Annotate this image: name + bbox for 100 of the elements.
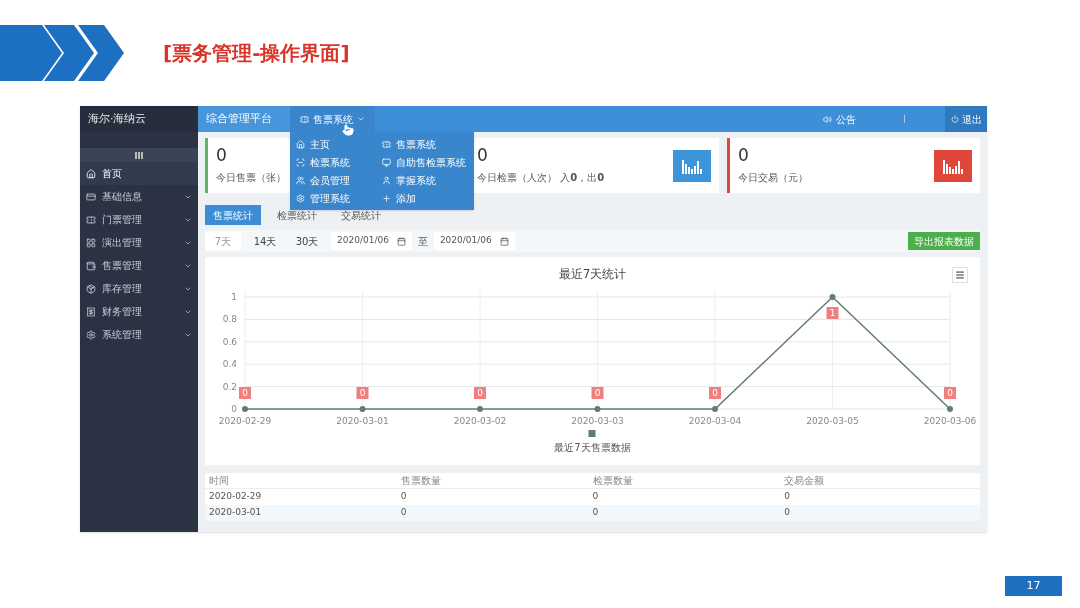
scan-icon [296, 157, 305, 167]
data-label: 0 [239, 387, 251, 399]
table-cell-text: 0 [400, 506, 408, 520]
x-tick-label: 2020-03-05 [806, 416, 859, 426]
settings-icon [296, 193, 305, 203]
slide-title: [票务管理-操作界面] [163, 40, 350, 67]
sidebar-item[interactable]: 门票管理 [80, 208, 198, 231]
dropdown-item[interactable]: 添加 [382, 189, 468, 207]
data-point [829, 294, 836, 300]
house-icon [86, 168, 96, 179]
table-cell-text: 2020-03-01 [209, 506, 263, 520]
dropdown-item[interactable]: 检票系统 [296, 153, 382, 171]
stat-value: 0 [738, 146, 749, 164]
x-tick-label: 2020-02-29 [218, 416, 272, 426]
receipt-icon [86, 306, 96, 317]
stat-label: 今日检票（人次） 入0，出0 [477, 170, 605, 185]
dropdown-item[interactable]: 会员管理 [296, 171, 382, 189]
data-label: 0 [591, 387, 604, 399]
nav-menu[interactable]: 售票系统 [290, 106, 375, 132]
data-label: 0 [356, 387, 369, 399]
x-tick-label: 2020-03-04 [688, 416, 742, 426]
users-icon [296, 175, 305, 185]
chart-title: 最近7天统计 [558, 266, 627, 283]
logout-button[interactable]: 退出 [945, 106, 987, 132]
stat-label: 今日交易（元） [738, 170, 808, 185]
menu-icon [955, 270, 965, 280]
sidebar-item[interactable]: 首页 [80, 162, 198, 185]
pointer-cursor-icon [342, 124, 354, 136]
range-button[interactable]: 30天 [289, 232, 325, 250]
data-point [359, 406, 366, 412]
dropdown-item[interactable]: 主页 [296, 135, 382, 153]
date-to-field[interactable]: 2020/01/06 [433, 232, 515, 250]
column-header: 交易金额 [784, 475, 826, 486]
dropdown-item[interactable]: 售票系统 [382, 135, 468, 153]
data-label: 1 [826, 307, 839, 319]
stats-tab[interactable]: 检票统计 [269, 205, 325, 225]
date-from-field[interactable]: 2020/01/06 [331, 232, 412, 250]
ticket-icon [382, 139, 391, 149]
brand-name: 海尔·海纳云 [88, 110, 147, 127]
power-icon [950, 115, 959, 123]
sidebar-toggle[interactable] [80, 148, 198, 162]
data-point [477, 406, 483, 412]
ticket-icon [86, 214, 96, 225]
x-tick-label: 2020-03-06 [923, 416, 977, 426]
stat-label: 今日售票（张） [216, 170, 286, 185]
user-icon [382, 175, 391, 185]
data-point [712, 406, 718, 412]
sidebar-item[interactable]: 售票管理 [80, 254, 198, 277]
dropdown-item[interactable]: 自助售检票系统 [382, 153, 468, 171]
settings-icon [86, 329, 96, 340]
column-header: 时间 [209, 475, 230, 486]
table-cell-text: 0 [784, 490, 791, 504]
card-icon [86, 191, 96, 202]
grid-icon [86, 237, 96, 248]
data-point [242, 406, 248, 412]
table-cell-text: 0 [784, 506, 791, 520]
ticket-icon [300, 114, 309, 124]
data-label: 0 [709, 387, 721, 399]
speaker-icon [823, 114, 832, 124]
x-tick-label: 2020-03-03 [571, 416, 624, 426]
legend-label: 最近7天售票数据 [554, 442, 631, 453]
column-header: 售票数量 [400, 475, 442, 486]
table-cell-text: 0 [400, 490, 408, 504]
y-tick-label: 0.4 [222, 359, 237, 370]
platform-title: 综合管理平台 [198, 106, 290, 132]
table-cell-text: 0 [592, 490, 600, 504]
stats-tab[interactable]: 售票统计 [205, 205, 261, 225]
columns-icon [135, 151, 143, 159]
y-tick-label: 0.2 [222, 381, 237, 392]
x-tick-label: 2020-03-01 [336, 416, 389, 426]
data-label: 0 [944, 387, 956, 399]
date-separator: 至 [417, 234, 428, 249]
page-number: 17 [1005, 576, 1062, 596]
stat-value: 0 [216, 146, 227, 164]
package-icon [86, 283, 96, 294]
data-point [947, 406, 953, 412]
y-tick-label: 0 [231, 404, 237, 414]
wallet-icon [86, 260, 96, 271]
range-button[interactable]: 14天 [247, 232, 283, 250]
plus-icon [382, 193, 391, 203]
data-point [594, 406, 601, 412]
sidebar-item[interactable]: 系统管理 [80, 323, 198, 346]
sidebar-item[interactable]: 财务管理 [80, 300, 198, 323]
sidebar-item[interactable]: 演出管理 [80, 231, 198, 254]
house-icon [296, 139, 305, 149]
sidebar-item[interactable]: 库存管理 [80, 277, 198, 300]
caret-icon [357, 115, 365, 123]
dropdown-item[interactable]: 管理系统 [296, 189, 382, 207]
monitor-icon [382, 157, 391, 167]
table-cell-text: 0 [592, 506, 600, 520]
table-cell-text: 2020-02-29 [209, 490, 263, 504]
stats-tab[interactable]: 交易统计 [333, 205, 389, 225]
chart-menu-button[interactable] [952, 267, 968, 283]
stat-value: 0 [477, 146, 488, 164]
dropdown-item[interactable]: 掌握系统 [382, 171, 468, 189]
data-label: 0 [474, 387, 486, 399]
y-tick-label: 0.6 [222, 336, 237, 347]
y-tick-label: 0.8 [222, 314, 237, 325]
column-header: 检票数量 [592, 475, 634, 486]
sidebar-item[interactable]: 基础信息 [80, 185, 198, 208]
